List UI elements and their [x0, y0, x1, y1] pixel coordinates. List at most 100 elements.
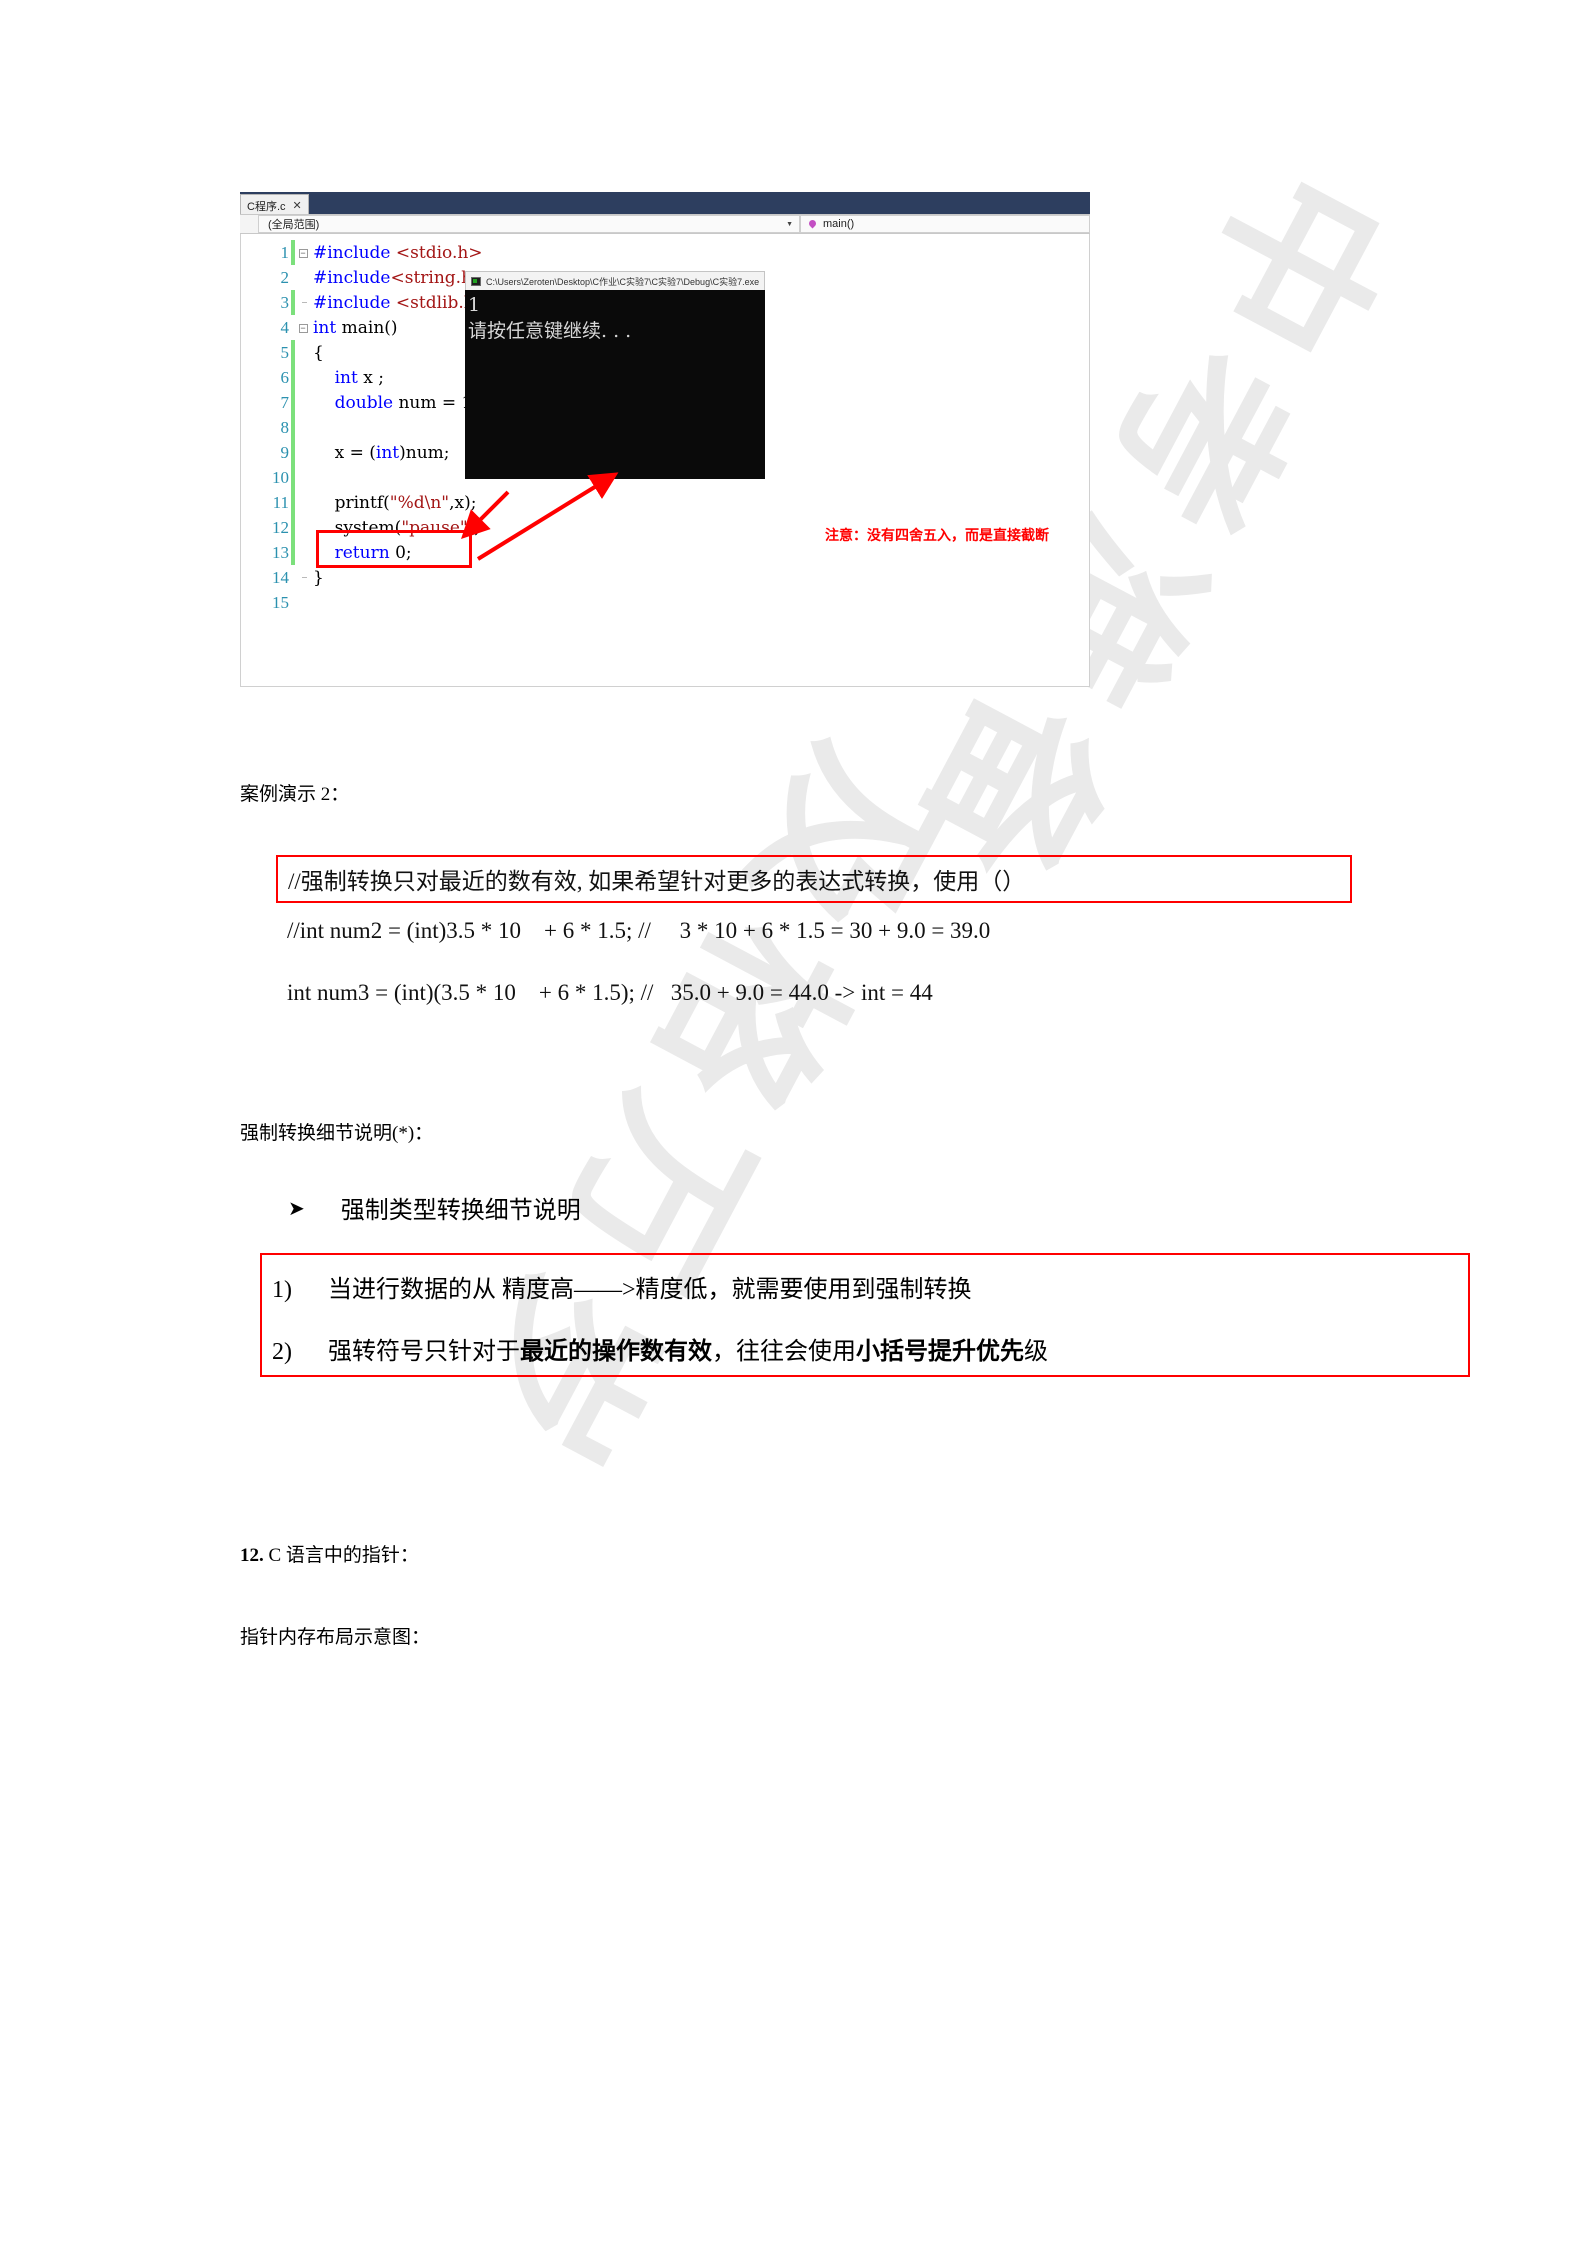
line-number: 8 [280, 417, 290, 437]
scope-dropdown-value: (全局范围) [268, 219, 320, 231]
rule-text-run: ，往往会使用 [712, 1339, 856, 1365]
line-number: 15 [272, 592, 289, 612]
collapse-icon[interactable]: − [298, 323, 308, 333]
close-icon[interactable]: ✕ [293, 199, 302, 212]
boxed-comment-line: //强制转换只对最近的数有效, 如果希望针对更多的表达式转换，使用（） [276, 855, 1352, 903]
code-token: main() [336, 317, 398, 338]
change-indicator-bar [291, 490, 295, 515]
numbered-rule-2-text: 强转符号只针对于最近的操作数有效，往往会使用小括号提升优先级 [328, 1331, 1048, 1366]
case-demo-2-label: 案例演示 2： [240, 784, 350, 805]
code-token: { [313, 342, 324, 363]
line-number: 12 [272, 517, 289, 537]
line-number: 6 [280, 367, 290, 387]
code-token: double [334, 392, 394, 413]
change-indicator-bar [291, 365, 295, 390]
editor-tab-label: C程序.c [247, 200, 286, 213]
code-line: 11 printf("%d\n",x); [241, 490, 1089, 515]
code-token: int [313, 317, 337, 338]
line-number: 1 [280, 242, 290, 262]
change-indicator-bar [291, 515, 295, 540]
console-app-icon [471, 276, 481, 286]
line-number: 14 [272, 567, 289, 587]
rule-text-run: 当进行数据的从 精度高——>精度低，就需要使用到强制转换 [328, 1277, 972, 1303]
code-token: #include [313, 267, 391, 288]
line-number: 2 [280, 267, 290, 287]
member-dropdown-value: main() [823, 218, 855, 230]
code-token: } [313, 567, 324, 588]
change-indicator-bar [291, 540, 295, 565]
code-text: #include <stdio.h> [311, 243, 483, 263]
rule-text-run: 最近的操作数有效 [520, 1339, 712, 1365]
cast-statement-highlight-box [316, 530, 472, 568]
visual-studio-screenshot: C程序.c ✕ (全局范围) ▼ main() 1− #include <stdi… [240, 192, 1090, 687]
fold-margin[interactable]: − [295, 247, 311, 259]
numbered-rule-2-index: 2) [272, 1339, 292, 1365]
numbered-rule-1: 1) 当进行数据的从 精度高——>精度低，就需要使用到强制转换 [272, 1269, 972, 1304]
document-page: C程序.c ✕ (全局范围) ▼ main() 1− #include <stdi… [0, 0, 1587, 2245]
line-number: 13 [272, 542, 289, 562]
rule-text-run: 小括号提升优先 [856, 1339, 1024, 1365]
console-output-window: C:\Users\Zeroten\Desktop\C作业\C实验7\C实验7\D… [465, 271, 765, 479]
code-text: } [311, 568, 324, 588]
code-text: x = (int)num; [311, 443, 450, 463]
code-text: { [311, 343, 324, 363]
change-indicator-bar [291, 590, 295, 615]
line-number: 10 [272, 467, 289, 487]
change-indicator-bar [291, 390, 295, 415]
numbered-rule-1-index: 1) [272, 1277, 292, 1303]
line-number: 4 [280, 317, 290, 337]
change-indicator-bar [291, 465, 295, 490]
line-number: 11 [272, 492, 289, 512]
cast-detail-label: 强制转换细节说明(*)： [240, 1123, 434, 1144]
section-12-number: 12. [240, 1545, 264, 1566]
line-number: 7 [280, 392, 290, 412]
code-token: x ; [357, 367, 384, 388]
code-token: )num; [399, 442, 450, 463]
code-text: int main() [311, 318, 398, 338]
rule-text-run: 强转符号只针对于 [328, 1339, 520, 1365]
code-token: #include [313, 292, 396, 313]
truncation-annotation-text: 注意：没有四舍五入，而是直接截断 [825, 527, 1049, 543]
code-token: printf( [313, 492, 390, 513]
line-number: 9 [280, 442, 290, 462]
editor-tab-c-program[interactable]: C程序.c ✕ [240, 194, 309, 214]
line-number: 3 [280, 292, 290, 312]
code-token: x = ( [313, 442, 376, 463]
section-12-heading: 12. C 语言中的指针： [240, 1540, 419, 1567]
code-token: int [375, 442, 400, 463]
change-indicator-bar [291, 340, 295, 365]
code-token: "%d\n" [389, 492, 450, 513]
editor-tab-strip: C程序.c ✕ [240, 192, 1090, 214]
code-token: int [334, 367, 358, 388]
code-note-num2: //int num2 = (int)3.5 * 10 + 6 * 1.5; //… [287, 918, 991, 943]
rule-text-run: 级 [1024, 1339, 1048, 1365]
collapse-icon[interactable]: − [298, 248, 308, 258]
fold-margin[interactable]: − [295, 322, 311, 334]
code-token: #include [313, 242, 396, 263]
change-indicator-bar [291, 265, 295, 290]
code-text: #include<string.h> [311, 268, 486, 288]
numbered-rules-box: 1) 当进行数据的从 精度高——>精度低，就需要使用到强制转换 2) 强转符号只… [260, 1253, 1470, 1377]
chevron-down-icon[interactable]: ▼ [786, 221, 793, 228]
change-indicator-bar [291, 440, 295, 465]
change-indicator-bar [291, 565, 295, 590]
console-output-text: 1 请按任意键继续. . . [465, 290, 765, 479]
console-title-bar: C:\Users\Zeroten\Desktop\C作业\C实验7\C实验7\D… [465, 271, 765, 290]
change-indicator-bar [291, 415, 295, 440]
arrow-bullet-icon: ➤ [288, 1195, 305, 1220]
scope-dropdown[interactable]: (全局范围) ▼ [258, 215, 800, 233]
code-line: 1− #include <stdio.h> [241, 240, 1089, 265]
numbered-rule-2: 2) 强转符号只针对于最近的操作数有效，往往会使用小括号提升优先级 [272, 1331, 1048, 1366]
bullet-list-item: ➤ 强制类型转换细节说明 [288, 1190, 581, 1225]
code-token: <stdio.h> [395, 242, 483, 263]
bullet-item-text: 强制类型转换细节说明 [340, 1198, 581, 1224]
console-title-text: C:\Users\Zeroten\Desktop\C作业\C实验7\C实验7\D… [486, 276, 760, 287]
method-icon [807, 219, 818, 230]
member-dropdown[interactable]: main() [800, 215, 1090, 233]
code-text: int x ; [311, 368, 384, 388]
line-number: 5 [280, 342, 290, 362]
editor-navigation-bar: (全局范围) ▼ main() [240, 214, 1090, 234]
boxed-comment-text: //强制转换只对最近的数有效, 如果希望针对更多的表达式转换，使用（） [288, 869, 1026, 894]
